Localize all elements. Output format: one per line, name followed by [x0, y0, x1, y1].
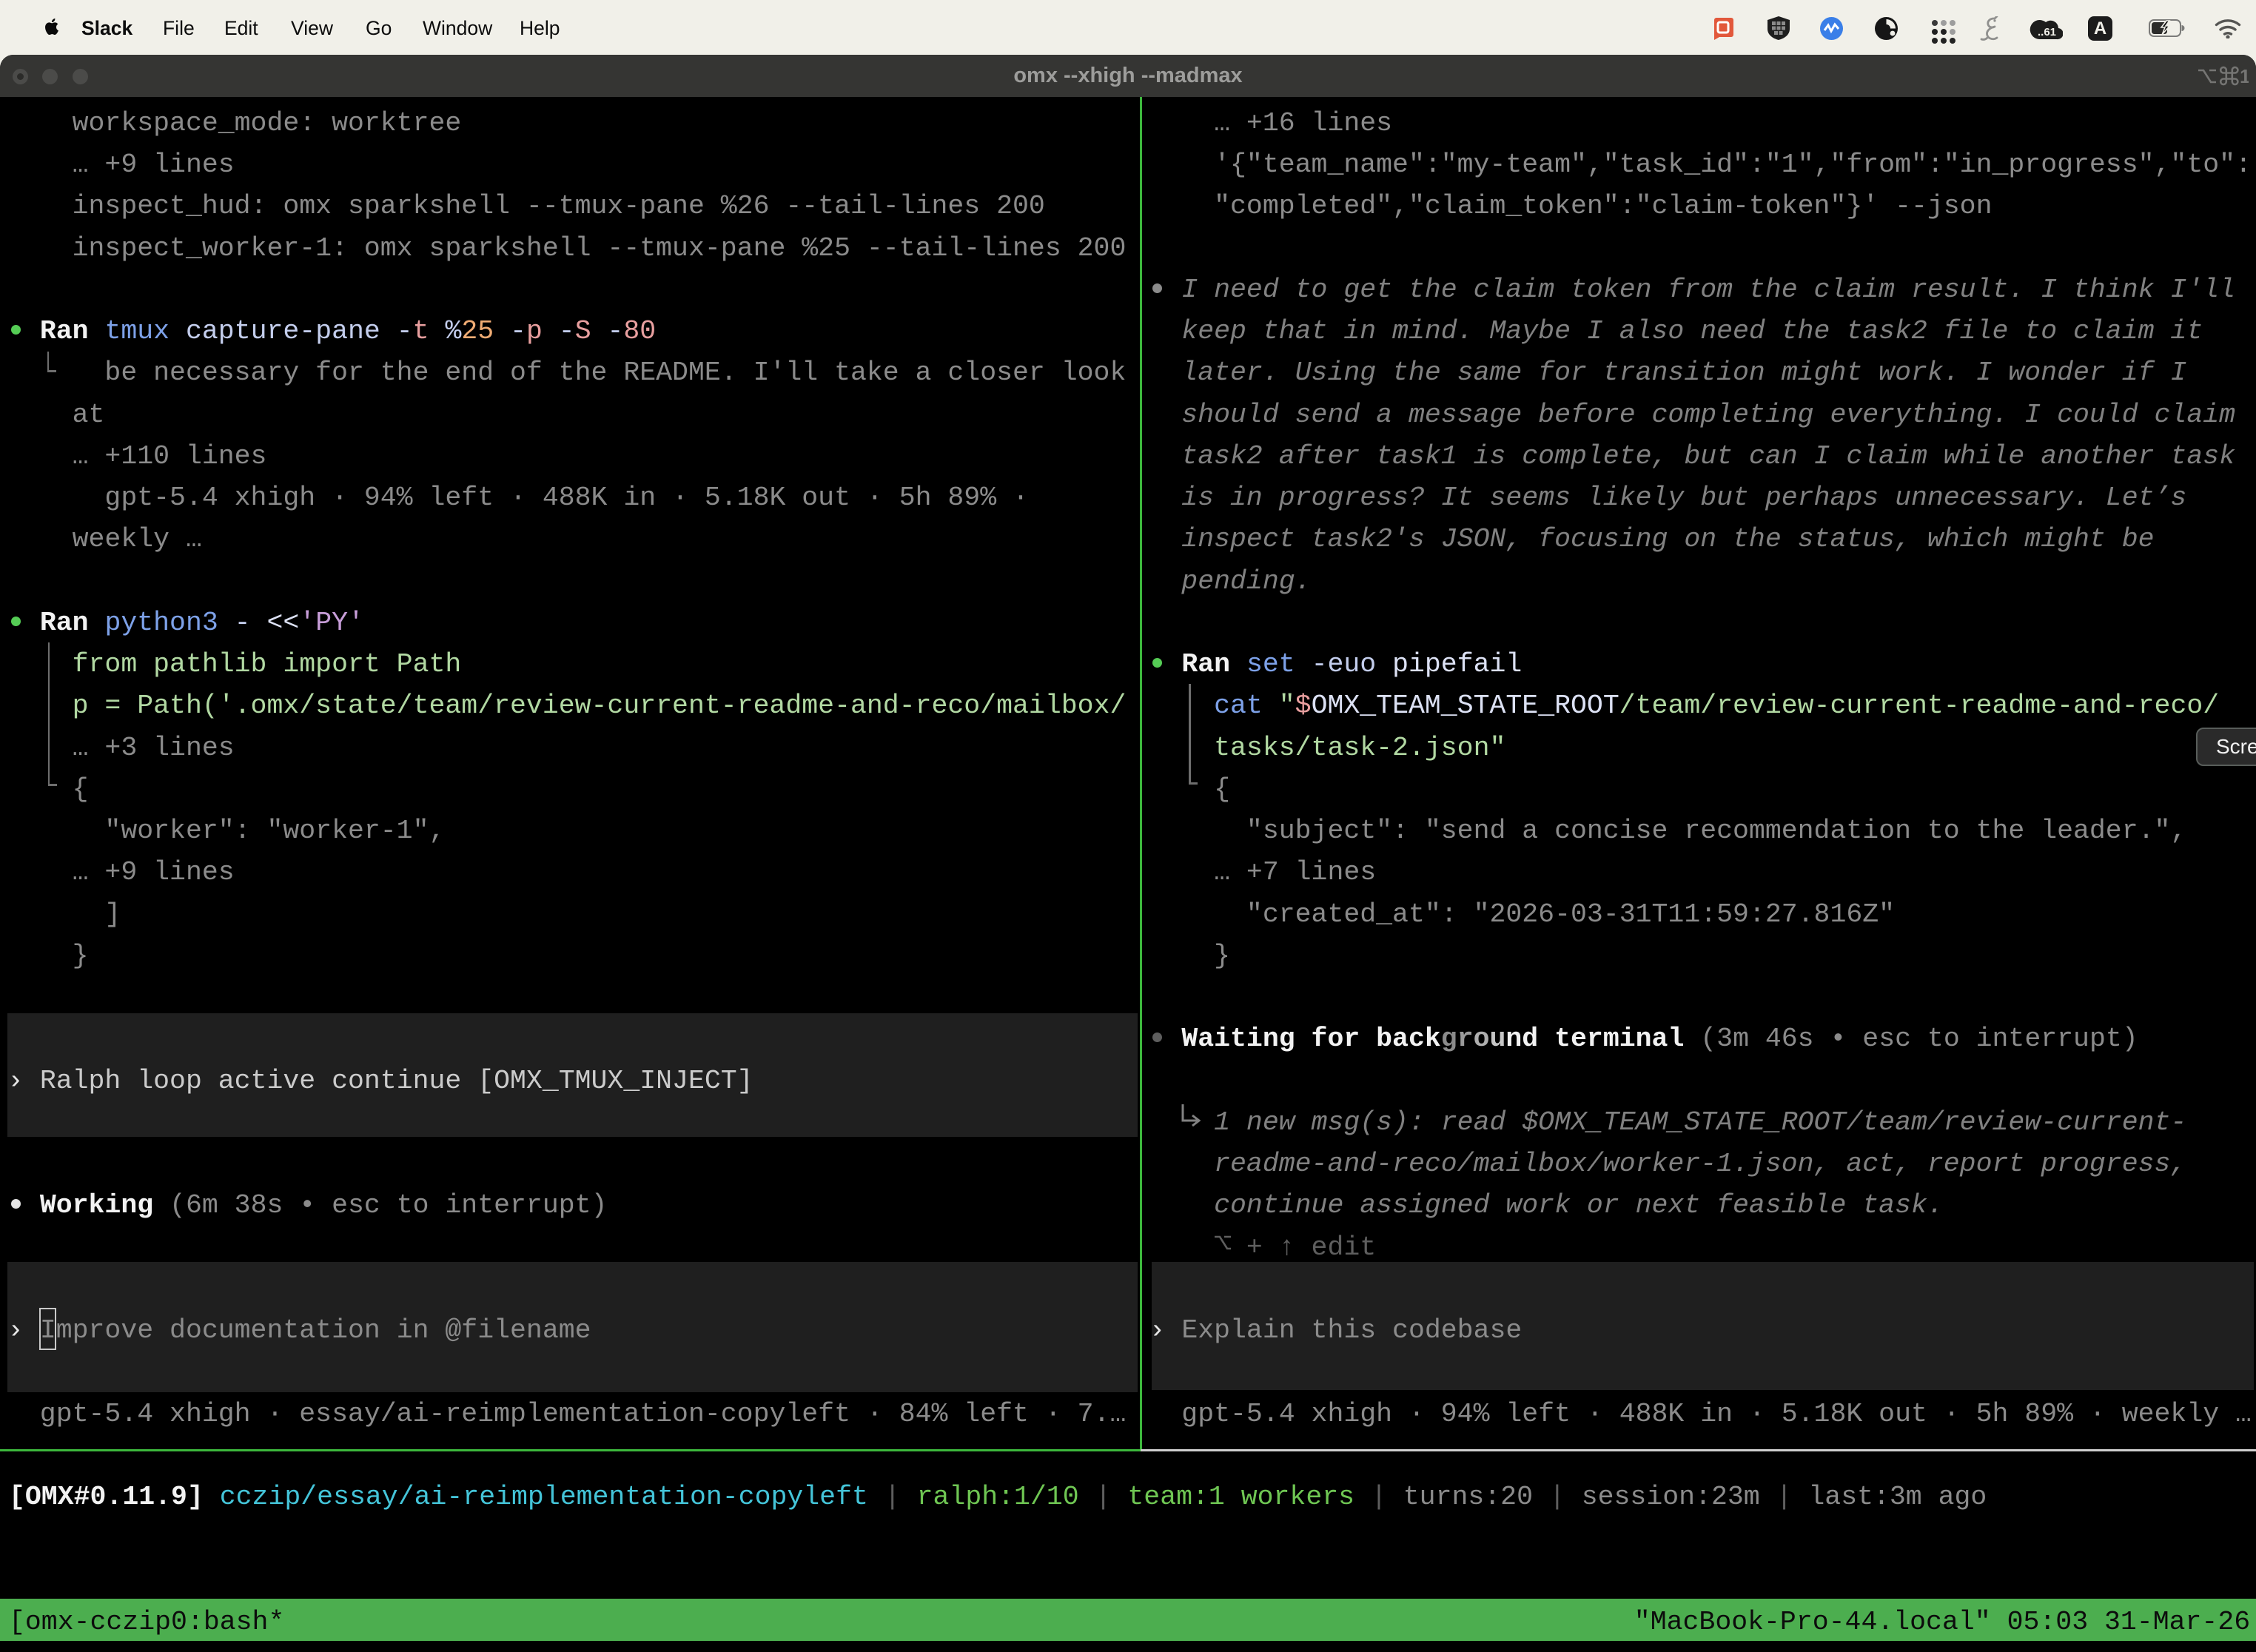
svg-text:1: 1 [2240, 66, 2249, 87]
svg-text:..61: ..61 [2038, 26, 2056, 38]
